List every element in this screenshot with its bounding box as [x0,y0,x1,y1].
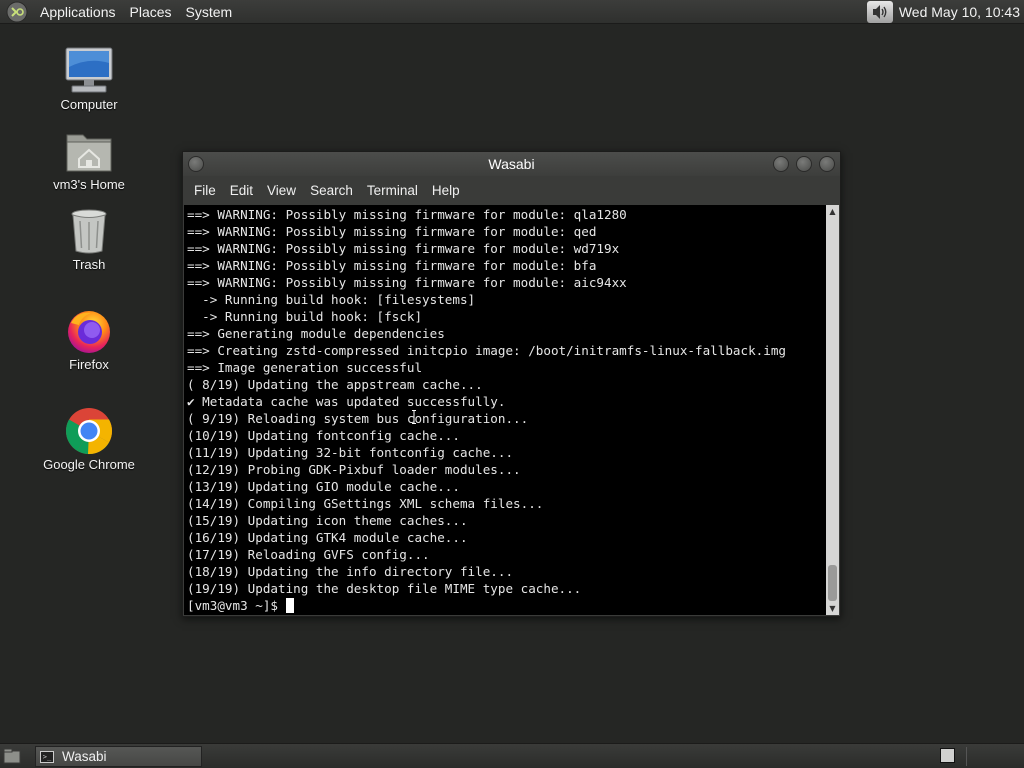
terminal-line: (12/19) Probing GDK-Pixbuf loader module… [187,462,521,477]
window-titlebar[interactable]: Wasabi [183,152,840,176]
terminal-line: ==> WARNING: Possibly missing firmware f… [187,207,627,222]
terminal-line: (14/19) Compiling GSettings XML schema f… [187,496,544,511]
ibeam-cursor-icon [412,410,416,424]
terminal-line: ==> WARNING: Possibly missing firmware f… [187,224,597,239]
desktop-icon-label: Firefox [69,357,109,372]
terminal-icon: >_ [40,750,54,763]
show-desktop-icon[interactable] [3,748,21,764]
clock[interactable]: Wed May 10, 10:43 [899,4,1024,20]
terminal-window: Wasabi File Edit View Search Terminal He… [182,151,841,617]
terminal-line: ( 9/19) Reloading system bus configurati… [187,411,529,426]
panel-separator [966,747,967,766]
terminal-line: (19/19) Updating the desktop file MIME t… [187,581,582,596]
menu-view[interactable]: View [260,183,303,198]
window-menubar: File Edit View Search Terminal Help [183,176,840,204]
terminal-line: (18/19) Updating the info directory file… [187,564,514,579]
terminal-line: (10/19) Updating fontconfig cache... [187,428,460,443]
terminal-scrollbar[interactable]: ▲ ▼ [826,205,839,615]
window-title: Wasabi [488,156,535,172]
text-cursor [285,598,294,613]
top-panel: Applications Places System Wed May 10, 1… [0,0,1024,24]
desktop-icon-computer[interactable]: Computer [31,46,147,112]
trash-icon [71,209,107,254]
menu-help[interactable]: Help [425,183,467,198]
terminal-line: ✔ Metadata cache was updated successfull… [187,394,506,409]
taskbar-button-wasabi[interactable]: >_ Wasabi [35,746,202,767]
terminal-line: ==> Generating module dependencies [187,326,445,341]
bottom-panel: >_ Wasabi [0,743,1024,768]
terminal-line: ==> WARNING: Possibly missing firmware f… [187,275,627,290]
terminal-line: -> Running build hook: [fsck] [187,309,423,324]
desktop-icon-label: Google Chrome [43,457,135,472]
desktop-icon-trash[interactable]: Trash [31,206,147,272]
volume-icon[interactable] [866,1,893,23]
terminal-line: (11/19) Updating 32-bit fontconfig cache… [187,445,514,460]
terminal-line: ==> WARNING: Possibly missing firmware f… [187,241,620,256]
desktop-icon-home[interactable]: vm3's Home [31,126,147,192]
terminal-line: (15/19) Updating icon theme caches... [187,513,468,528]
menu-terminal[interactable]: Terminal [360,183,425,198]
menu-edit[interactable]: Edit [223,183,260,198]
desktop-icon-label: Trash [72,257,106,272]
menu-file[interactable]: File [187,183,223,198]
terminal-line: ==> Image generation successful [187,360,423,375]
terminal-line: (17/19) Reloading GVFS config... [187,547,430,562]
home-folder-icon [66,134,112,172]
firefox-icon [68,311,110,353]
terminal-output[interactable]: ==> WARNING: Possibly missing firmware f… [184,205,826,615]
desktop-icon-firefox[interactable]: Firefox [31,306,147,372]
menu-places[interactable]: Places [123,0,179,24]
taskbar-button-label: Wasabi [62,749,107,764]
terminal-line: ==> Creating zstd-compressed initcpio im… [187,343,786,358]
desktop-icon-label: Computer [60,97,118,112]
window-menu-button[interactable] [188,156,204,172]
desktop-icon-label: vm3's Home [53,177,125,192]
scroll-thumb[interactable] [828,565,837,601]
terminal-line: (13/19) Updating GIO module cache... [187,479,460,494]
workspace-switcher[interactable] [940,748,955,763]
desktop-icon-chrome[interactable]: Google Chrome [31,406,147,472]
terminal-line: (16/19) Updating GTK4 module cache... [187,530,468,545]
scroll-down-icon[interactable]: ▼ [826,602,839,615]
computer-icon [65,47,113,93]
terminal-line: -> Running build hook: [filesystems] [187,292,476,307]
menu-applications[interactable]: Applications [33,0,123,24]
chrome-icon [65,408,113,455]
terminal-prompt-line[interactable]: [vm3@vm3 ~]$ [187,597,826,614]
scroll-up-icon[interactable]: ▲ [826,205,839,218]
panel-tray: Wed May 10, 10:43 [866,0,1024,24]
menu-system[interactable]: System [179,0,240,24]
maximize-button[interactable] [796,156,812,172]
menu-search[interactable]: Search [303,183,360,198]
distro-logo-icon[interactable] [6,1,28,23]
minimize-button[interactable] [773,156,789,172]
terminal-line: ( 8/19) Updating the appstream cache... [187,377,483,392]
terminal-line: ==> WARNING: Possibly missing firmware f… [187,258,597,273]
terminal-prompt: [vm3@vm3 ~]$ [187,598,286,613]
close-button[interactable] [819,156,835,172]
